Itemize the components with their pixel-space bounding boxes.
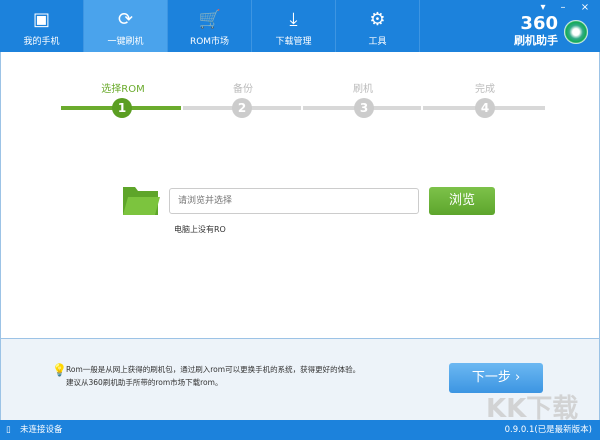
device-status: 未连接设备 bbox=[20, 425, 63, 435]
step-label-select-rom: 选择ROM bbox=[101, 84, 145, 95]
chevron-right-icon: › bbox=[514, 370, 521, 385]
no-rom-hint: 电脑上没有RO bbox=[174, 225, 226, 234]
main-panel: 选择ROM 备份 刷机 完成 1 2 3 4 浏览 电脑上没有RO bbox=[0, 52, 600, 338]
tab-download-manager[interactable]: ⤓ 下载管理 bbox=[252, 0, 336, 52]
close-button[interactable]: × bbox=[578, 2, 592, 13]
step-label-flash: 刷机 bbox=[353, 84, 373, 95]
toolbox-icon: ⚙ bbox=[369, 9, 386, 30]
tab-rom-market[interactable]: 🛒 ROM市场 bbox=[168, 0, 252, 52]
status-bar: ▯ 未连接设备 0.9.0.1(已是最新版本) bbox=[0, 420, 600, 440]
tab-tools[interactable]: ⚙ 工具 bbox=[336, 0, 420, 52]
browse-button[interactable]: 浏览 bbox=[429, 187, 495, 215]
step-number-3: 3 bbox=[354, 98, 374, 118]
logo-orb-icon bbox=[564, 20, 588, 44]
tab-one-click-flash[interactable]: ⟳ 一键刷机 bbox=[84, 0, 168, 52]
download-icon: ⤓ bbox=[289, 9, 298, 30]
header: ▣ 我的手机 ⟳ 一键刷机 🛒 ROM市场 ⤓ 下载管理 ⚙ 工具 360 刷机助手 ▾ … bbox=[0, 0, 600, 52]
rom-path-input[interactable] bbox=[169, 188, 419, 214]
lightbulb-icon: 💡 bbox=[52, 363, 67, 377]
app-logo: 360 刷机助手 bbox=[514, 15, 588, 48]
step-label-backup: 备份 bbox=[233, 84, 253, 95]
folder-icon bbox=[123, 187, 160, 215]
flash-icon: ⟳ bbox=[117, 9, 134, 30]
step-number-1: 1 bbox=[112, 98, 132, 118]
phone-icon: ▣ bbox=[32, 9, 50, 30]
tip-line-1: Rom一般是从网上获得的刷机包，通过刷入rom可以更换手机的系统，获得更好的体验… bbox=[66, 365, 361, 374]
menu-button[interactable]: ▾ bbox=[536, 2, 550, 13]
device-icon: ▯ bbox=[6, 425, 11, 435]
tip-line-2: 建议从360刷机助手所带的rom市场下载rom。 bbox=[66, 378, 223, 387]
step-number-2: 2 bbox=[232, 98, 252, 118]
minimize-button[interactable]: – bbox=[556, 2, 570, 13]
step-number-4: 4 bbox=[475, 98, 495, 118]
cart-icon: 🛒 bbox=[198, 9, 221, 30]
version-label: 0.9.0.1(已是最新版本) bbox=[504, 425, 592, 435]
tab-my-phone[interactable]: ▣ 我的手机 bbox=[0, 0, 84, 52]
step-label-done: 完成 bbox=[475, 84, 495, 95]
